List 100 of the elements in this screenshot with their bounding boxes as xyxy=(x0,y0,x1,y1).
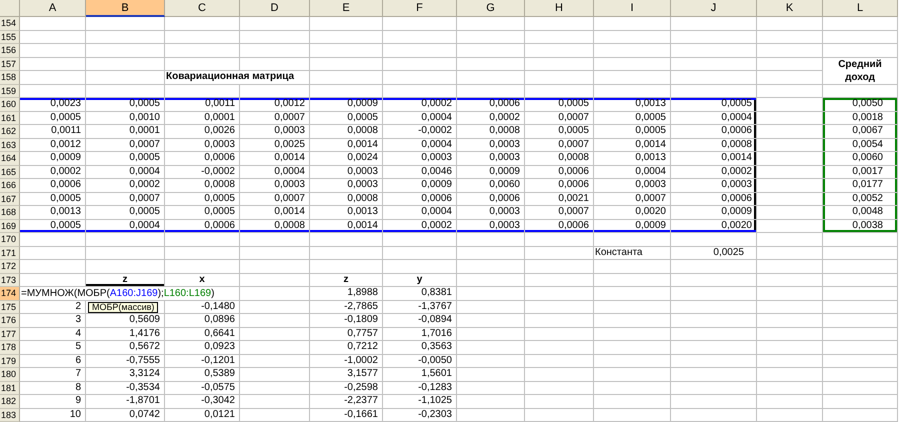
empty-cell[interactable] xyxy=(671,30,757,44)
row-header[interactable]: 176 xyxy=(0,314,20,328)
row-header[interactable]: 177 xyxy=(0,328,20,341)
empty-cell[interactable] xyxy=(757,112,823,125)
empty-cell[interactable] xyxy=(594,233,671,246)
row-header[interactable]: 165 xyxy=(0,166,20,179)
empty-cell[interactable] xyxy=(525,287,594,300)
empty-cell[interactable] xyxy=(457,300,525,314)
empty-cell[interactable] xyxy=(757,30,823,44)
empty-cell[interactable] xyxy=(525,44,594,58)
row-header[interactable]: 172 xyxy=(0,260,20,274)
row-header[interactable]: 161 xyxy=(0,112,20,125)
column-header[interactable]: G xyxy=(457,0,525,17)
empty-cell[interactable] xyxy=(757,395,823,408)
empty-cell[interactable] xyxy=(757,287,823,300)
empty-cell[interactable] xyxy=(240,44,310,58)
column-header[interactable]: E xyxy=(310,0,383,17)
empty-cell[interactable] xyxy=(671,300,757,314)
empty-cell[interactable] xyxy=(823,246,898,260)
empty-cell[interactable] xyxy=(86,84,165,98)
empty-cell[interactable] xyxy=(240,341,310,354)
empty-cell[interactable] xyxy=(165,44,240,58)
empty-cell[interactable] xyxy=(757,341,823,354)
empty-cell[interactable] xyxy=(823,260,898,274)
empty-cell[interactable] xyxy=(383,71,457,84)
empty-cell[interactable] xyxy=(757,246,823,260)
empty-cell[interactable] xyxy=(823,314,898,328)
empty-cell[interactable] xyxy=(823,274,898,287)
empty-cell[interactable] xyxy=(240,300,310,314)
empty-cell[interactable] xyxy=(671,314,757,328)
empty-cell[interactable] xyxy=(823,354,898,368)
empty-cell[interactable] xyxy=(383,246,457,260)
column-header[interactable]: J xyxy=(671,0,757,17)
row-header[interactable]: 163 xyxy=(0,138,20,152)
empty-cell[interactable] xyxy=(757,382,823,395)
row-header[interactable]: 179 xyxy=(0,354,20,368)
empty-cell[interactable] xyxy=(594,395,671,408)
empty-cell[interactable] xyxy=(757,260,823,274)
row-header[interactable]: 157 xyxy=(0,58,20,71)
empty-cell[interactable] xyxy=(240,58,310,71)
empty-cell[interactable] xyxy=(671,287,757,300)
empty-cell[interactable] xyxy=(671,44,757,58)
empty-cell[interactable] xyxy=(525,233,594,246)
empty-cell[interactable] xyxy=(757,368,823,382)
column-header[interactable]: I xyxy=(594,0,671,17)
empty-cell[interactable] xyxy=(310,84,383,98)
empty-cell[interactable] xyxy=(757,354,823,368)
column-header[interactable]: L xyxy=(823,0,898,17)
empty-cell[interactable] xyxy=(594,71,671,84)
empty-cell[interactable] xyxy=(757,233,823,246)
empty-cell[interactable] xyxy=(525,328,594,341)
empty-cell[interactable] xyxy=(757,206,823,220)
empty-cell[interactable] xyxy=(525,71,594,84)
empty-cell[interactable] xyxy=(525,382,594,395)
empty-cell[interactable] xyxy=(525,354,594,368)
empty-cell[interactable] xyxy=(594,408,671,422)
empty-cell[interactable] xyxy=(457,382,525,395)
empty-cell[interactable] xyxy=(823,287,898,300)
empty-cell[interactable] xyxy=(671,274,757,287)
empty-cell[interactable] xyxy=(594,328,671,341)
empty-cell[interactable] xyxy=(757,152,823,166)
empty-cell[interactable] xyxy=(671,328,757,341)
empty-cell[interactable] xyxy=(240,84,310,98)
column-header[interactable]: F xyxy=(383,0,457,17)
empty-cell[interactable] xyxy=(525,300,594,314)
row-header[interactable]: 175 xyxy=(0,300,20,314)
empty-cell[interactable] xyxy=(457,58,525,71)
empty-cell[interactable] xyxy=(594,300,671,314)
empty-cell[interactable] xyxy=(457,71,525,84)
empty-cell[interactable] xyxy=(86,30,165,44)
empty-cell[interactable] xyxy=(383,58,457,71)
empty-cell[interactable] xyxy=(671,354,757,368)
empty-cell[interactable] xyxy=(594,354,671,368)
row-header[interactable]: 178 xyxy=(0,341,20,354)
empty-cell[interactable] xyxy=(86,233,165,246)
empty-cell[interactable] xyxy=(240,368,310,382)
empty-cell[interactable] xyxy=(757,328,823,341)
empty-cell[interactable] xyxy=(310,246,383,260)
empty-cell[interactable] xyxy=(757,125,823,138)
empty-cell[interactable] xyxy=(457,30,525,44)
empty-cell[interactable] xyxy=(671,71,757,84)
column-header[interactable]: B xyxy=(86,0,165,17)
empty-cell[interactable] xyxy=(383,84,457,98)
row-header[interactable]: 171 xyxy=(0,246,20,260)
empty-cell[interactable] xyxy=(240,382,310,395)
column-header[interactable]: K xyxy=(757,0,823,17)
empty-cell[interactable] xyxy=(240,260,310,274)
row-header[interactable]: 181 xyxy=(0,382,20,395)
empty-cell[interactable] xyxy=(594,314,671,328)
empty-cell[interactable] xyxy=(757,220,823,233)
row-header[interactable]: 180 xyxy=(0,368,20,382)
row-header[interactable]: 182 xyxy=(0,395,20,408)
empty-cell[interactable] xyxy=(383,233,457,246)
row-header[interactable]: 156 xyxy=(0,44,20,58)
empty-cell[interactable] xyxy=(757,408,823,422)
empty-cell[interactable] xyxy=(671,233,757,246)
empty-cell[interactable] xyxy=(525,260,594,274)
empty-cell[interactable] xyxy=(823,328,898,341)
empty-cell[interactable] xyxy=(457,328,525,341)
empty-cell[interactable] xyxy=(594,44,671,58)
